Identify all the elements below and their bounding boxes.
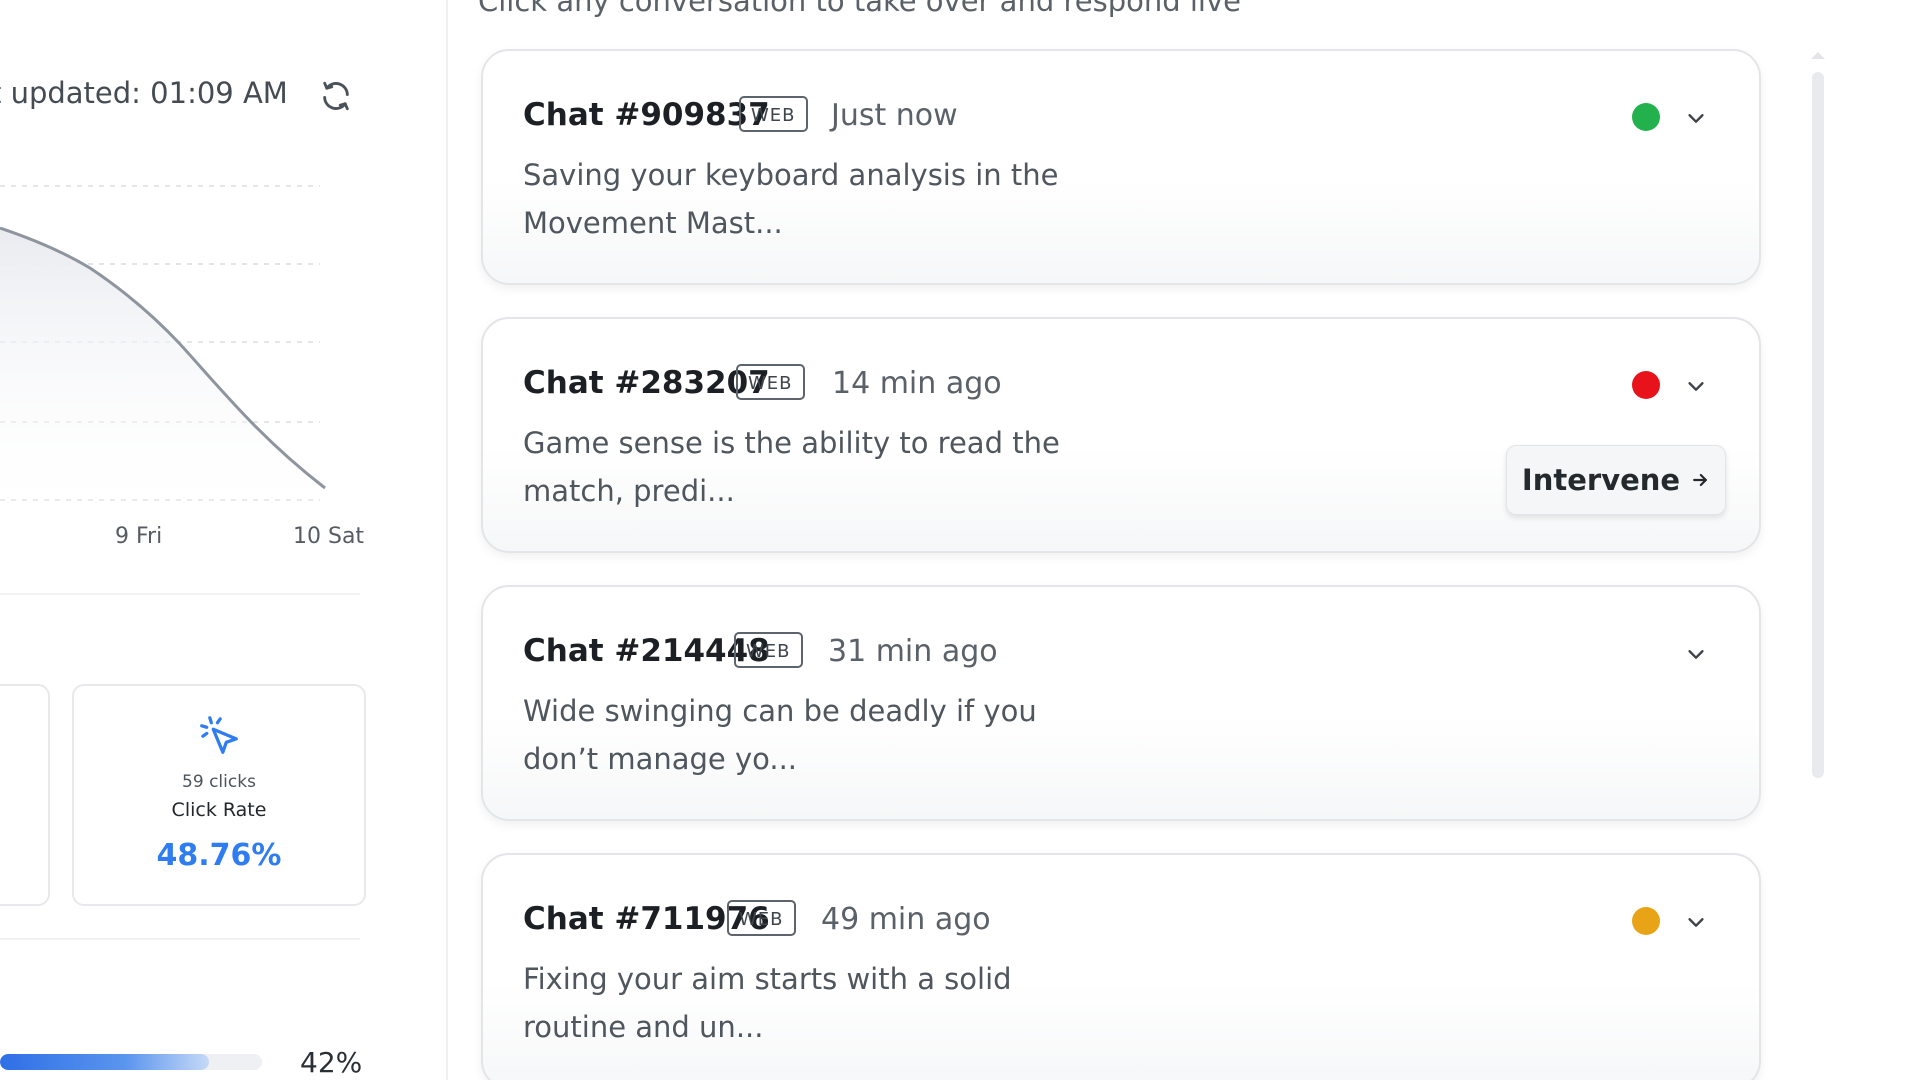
chart-area xyxy=(0,228,325,505)
stat-icon-wrap xyxy=(74,712,364,758)
channel-badge: WEB xyxy=(734,632,803,668)
expand-button[interactable] xyxy=(1681,907,1711,937)
chevron-down-icon xyxy=(1688,382,1704,391)
chat-card[interactable]: Chat #711976 WEB 49 min ago Fixing your … xyxy=(481,853,1761,1080)
chat-title: Chat #283207 xyxy=(523,365,770,401)
stat-label: Click Rate xyxy=(171,799,267,821)
chat-preview-line: Wide swinging can be deadly if you xyxy=(523,694,1037,728)
expand-button[interactable] xyxy=(1681,371,1711,401)
chevron-down-icon xyxy=(1688,114,1704,123)
cursor-click-icon xyxy=(200,716,238,754)
stat-value: 48.76% xyxy=(156,838,282,873)
expand-button[interactable] xyxy=(1681,639,1711,669)
channel-badge: WEB xyxy=(736,364,805,400)
x-tick-label: 10 Sat xyxy=(293,524,365,549)
scrollbar-thumb[interactable] xyxy=(1812,72,1824,778)
expand-button[interactable] xyxy=(1681,103,1711,133)
chat-preview-line: Fixing your aim starts with a solid xyxy=(523,962,1012,996)
channel-badge: WEB xyxy=(727,900,796,936)
status-dot xyxy=(1632,103,1660,131)
chevron-down-icon xyxy=(1688,650,1704,659)
progress-bar xyxy=(0,1054,262,1070)
chat-card[interactable]: Chat #283207 WEB 14 min ago Game sense i… xyxy=(481,317,1761,553)
chat-preview-line: Movement Mast... xyxy=(523,206,783,240)
intervene-label: Intervene xyxy=(1521,463,1681,497)
section-divider xyxy=(0,938,360,940)
last-updated-text: t updated: 01:09 AM xyxy=(0,76,288,110)
chat-preview: Saving your keyboard analysis in the Mov… xyxy=(523,151,1083,247)
stat-clicks: 59 clicks xyxy=(182,772,256,792)
chat-timestamp: Just now xyxy=(831,98,958,133)
refresh-button[interactable] xyxy=(318,78,354,114)
chat-card[interactable]: Chat #214448 WEB 31 min ago Wide swingin… xyxy=(481,585,1761,821)
scroll-up-arrow[interactable] xyxy=(1811,52,1825,59)
chat-timestamp: 14 min ago xyxy=(832,366,1002,401)
panel-divider xyxy=(446,0,448,1080)
chat-preview: Fixing your aim starts with a solid rout… xyxy=(523,955,1083,1051)
app-root: t updated: 01:09 AM 9 Fri 10 Sat 59 clic… xyxy=(0,0,1920,1080)
status-dot xyxy=(1632,907,1660,935)
chat-card[interactable]: Chat #909837 WEB Just now Saving your ke… xyxy=(481,49,1761,285)
progress-percent: 42% xyxy=(300,1046,363,1079)
status-dot xyxy=(1632,371,1660,399)
section-divider xyxy=(0,593,360,595)
intervene-button[interactable]: Intervene xyxy=(1506,445,1726,515)
chat-preview-line: match, predi... xyxy=(523,474,735,508)
analytics-panel: t updated: 01:09 AM 9 Fri 10 Sat 59 clic… xyxy=(0,0,447,1080)
chat-timestamp: 49 min ago xyxy=(821,902,991,937)
chat-preview-line: Game sense is the ability to read the xyxy=(523,426,1060,460)
chat-preview-line: don’t manage yo... xyxy=(523,742,798,776)
channel-badge: WEB xyxy=(739,96,808,132)
chat-title: Chat #909837 xyxy=(523,97,770,133)
click-rate-card: 59 clicks Click Rate 48.76% xyxy=(72,684,366,906)
progress-fill xyxy=(0,1054,210,1070)
chat-preview-line: Saving your keyboard analysis in the xyxy=(523,158,1059,192)
chat-title: Chat #214448 xyxy=(523,633,770,669)
arrow-right-icon xyxy=(1693,473,1707,487)
chat-preview: Wide swinging can be deadly if you don’t… xyxy=(523,687,1083,783)
chevron-down-icon xyxy=(1688,918,1704,927)
chat-timestamp: 31 min ago xyxy=(828,634,998,669)
stat-card xyxy=(0,684,50,906)
x-tick-label: 9 Fri xyxy=(115,524,163,549)
chat-preview-line: routine and un... xyxy=(523,1010,764,1044)
activity-chart xyxy=(0,185,326,505)
conversations-subtitle: Click any conversation to take over and … xyxy=(478,0,1241,18)
refresh-icon xyxy=(323,81,349,111)
chat-preview: Game sense is the ability to read the ma… xyxy=(523,419,1083,515)
